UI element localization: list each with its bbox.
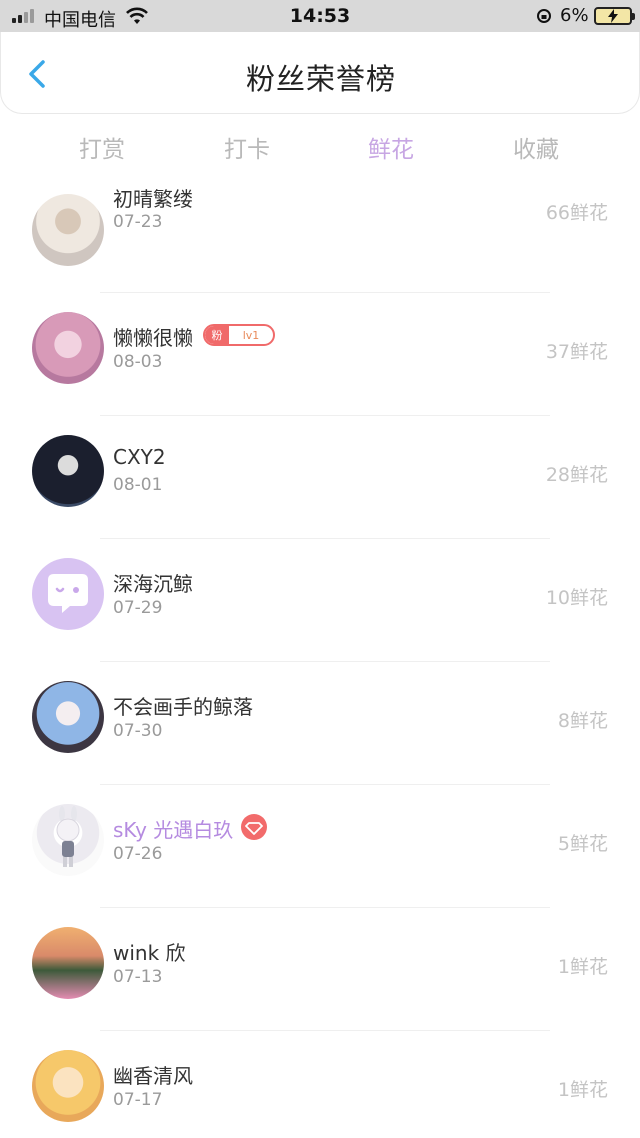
flower-count: 1鲜花 <box>557 1079 608 1101</box>
rotation-lock-icon <box>537 9 551 23</box>
fan-date: 08-03 <box>113 352 163 372</box>
fan-date: 07-30 <box>113 721 163 741</box>
battery-percent: 6% <box>560 5 589 26</box>
list-item[interactable]: 初晴繁缕 07-23 66鲜花 <box>0 170 640 293</box>
diamond-vip-badge <box>241 814 267 840</box>
fan-date: 07-23 <box>113 212 163 232</box>
fan-date: 07-13 <box>113 967 163 987</box>
list-item[interactable]: 懒懒很懒 粉 lv1 08-03 37鲜花 <box>0 293 640 416</box>
avatar[interactable] <box>32 804 104 876</box>
tab-flowers[interactable]: 鲜花 <box>346 130 436 164</box>
default-avatar[interactable] <box>32 558 104 630</box>
fan-date: 08-01 <box>113 475 163 495</box>
fan-name: 不会画手的鲸落 <box>113 695 253 719</box>
fan-name: 幽香清风 <box>113 1064 193 1088</box>
list-item[interactable]: 幽香清风 07-17 1鲜花 <box>0 1031 640 1138</box>
avatar[interactable] <box>32 1050 104 1122</box>
fan-name: wink 欣 <box>113 941 186 965</box>
tab-favorites[interactable]: 收藏 <box>491 130 581 164</box>
avatar[interactable] <box>32 927 104 999</box>
page-header: 粉丝荣誉榜 <box>0 32 640 114</box>
tab-bar: 打赏 打卡 鲜花 收藏 <box>0 124 640 168</box>
flower-count: 66鲜花 <box>545 202 608 224</box>
list-item[interactable]: wink 欣 07-13 1鲜花 <box>0 908 640 1031</box>
flower-count: 5鲜花 <box>557 833 608 855</box>
flower-count: 8鲜花 <box>557 710 608 732</box>
list-item[interactable]: 深海沉鲸 07-29 10鲜花 <box>0 539 640 662</box>
fan-level-badge: 粉 lv1 <box>203 324 275 346</box>
diamond-icon <box>245 822 263 835</box>
avatar[interactable] <box>32 312 104 384</box>
flower-count: 1鲜花 <box>557 956 608 978</box>
fan-name: 初晴繁缕 <box>113 187 193 211</box>
fan-name: sKy 光遇白玖 <box>113 818 234 842</box>
flower-count: 28鲜花 <box>545 464 608 486</box>
avatar[interactable] <box>32 681 104 753</box>
fan-date: 07-29 <box>113 598 163 618</box>
battery-icon <box>594 7 635 25</box>
status-bar: 中国电信 14:53 6% <box>0 0 640 32</box>
fan-date: 07-17 <box>113 1090 163 1110</box>
flower-count: 37鲜花 <box>545 341 608 363</box>
fan-date: 07-26 <box>113 844 163 864</box>
chat-bubble-icon <box>48 574 88 613</box>
tab-reward[interactable]: 打赏 <box>57 130 147 164</box>
tab-checkin[interactable]: 打卡 <box>202 130 292 164</box>
page-title: 粉丝荣誉榜 <box>245 62 396 96</box>
fan-badge-level: lv1 <box>242 328 260 342</box>
avatar[interactable] <box>32 194 104 266</box>
fan-name: 懒懒很懒 <box>113 326 193 350</box>
flower-count: 10鲜花 <box>545 587 608 609</box>
list-item[interactable]: 不会画手的鲸落 07-30 8鲜花 <box>0 662 640 785</box>
chibi-figure-icon <box>56 806 80 867</box>
list-item[interactable]: CXY2 08-01 28鲜花 <box>0 416 640 539</box>
fan-name: 深海沉鲸 <box>113 572 193 596</box>
fan-name: CXY2 <box>113 445 166 469</box>
fan-badge-label: 粉 <box>205 326 229 344</box>
avatar[interactable] <box>32 435 104 507</box>
list-item[interactable]: sKy 光遇白玖 07-26 5鲜花 <box>0 785 640 908</box>
